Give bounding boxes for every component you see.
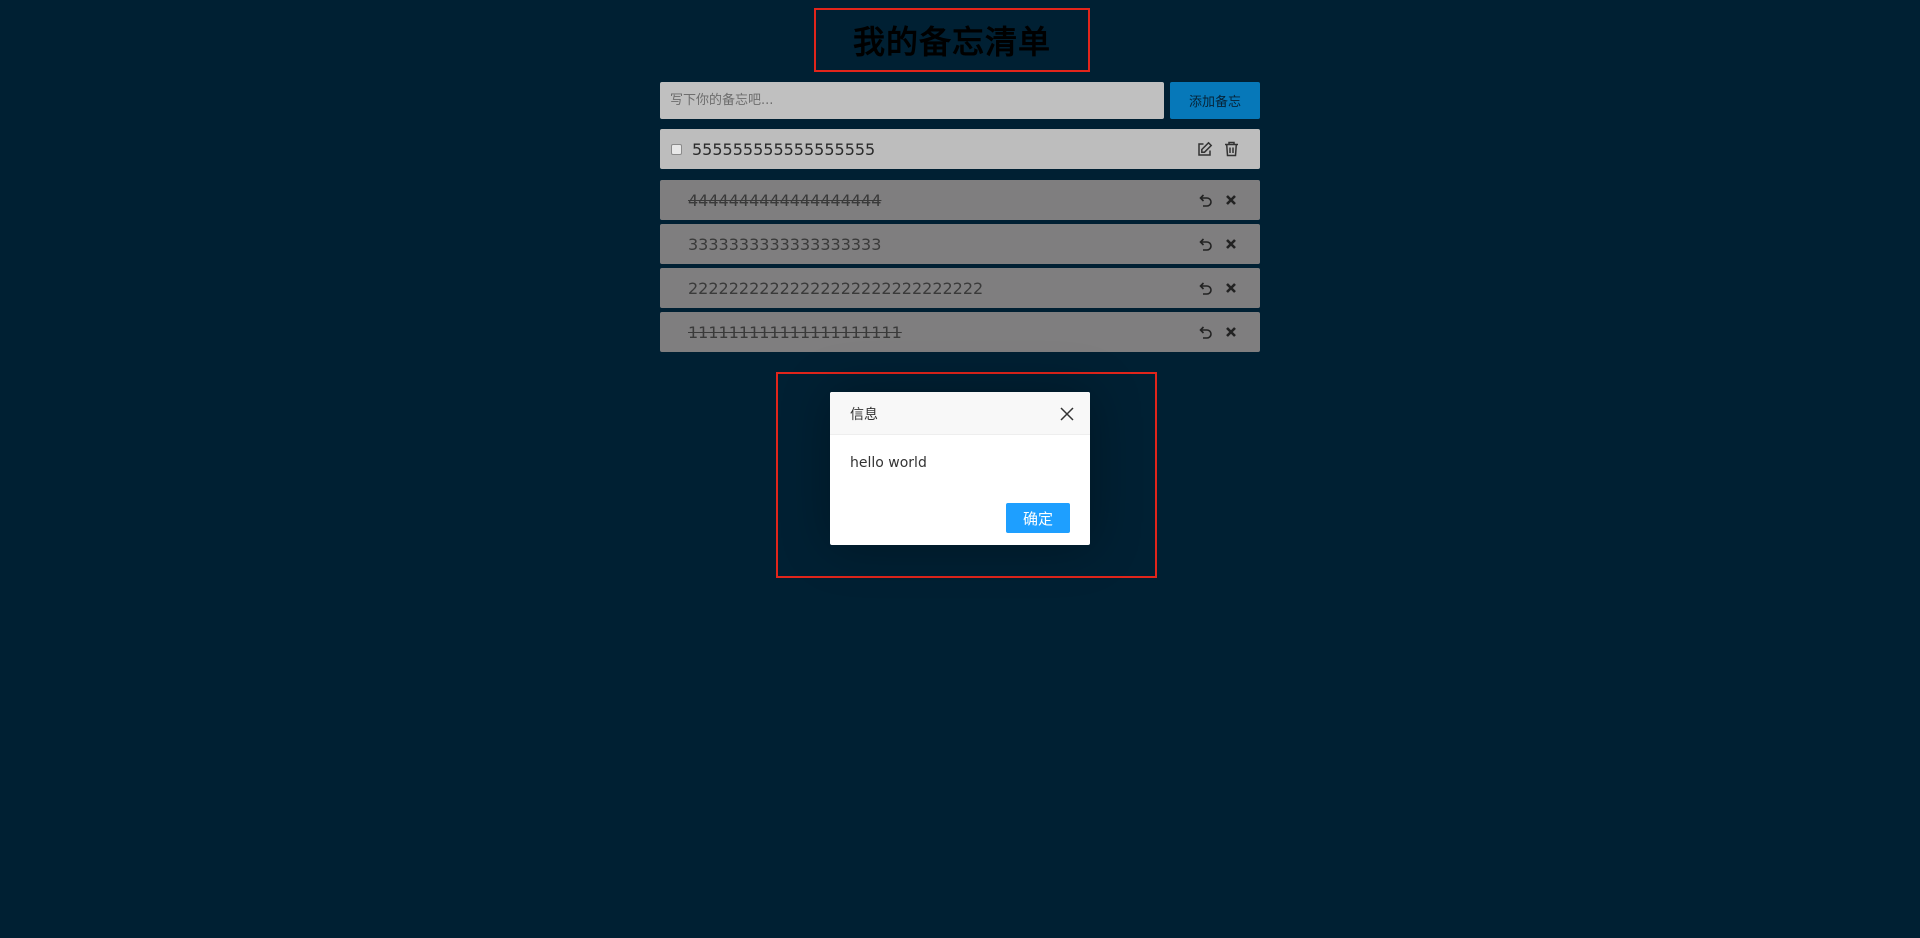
memo-item-done: 3333333333333333333	[660, 224, 1260, 264]
memo-item-active: 555555555555555555	[660, 129, 1260, 169]
memo-input[interactable]	[660, 82, 1164, 119]
delete-x-icon[interactable]	[1222, 323, 1240, 341]
delete-x-icon[interactable]	[1222, 191, 1240, 209]
memo-text: 3333333333333333333	[688, 234, 882, 254]
page-title: 我的备忘清单	[852, 23, 1051, 61]
close-icon[interactable]	[1060, 406, 1074, 421]
dialog-title: 信息	[850, 407, 878, 423]
ok-button[interactable]: 确定	[1006, 503, 1070, 533]
trash-icon[interactable]	[1222, 140, 1240, 158]
memo-text: 22222222222222222222222222222	[688, 278, 984, 298]
memo-text: 4444444444444444444	[688, 190, 882, 210]
edit-icon[interactable]	[1196, 140, 1214, 158]
title-highlight-box: 我的备忘清单	[814, 8, 1090, 72]
info-dialog: 信息 hello world 确定	[830, 392, 1090, 545]
add-memo-button[interactable]: 添加备忘	[1170, 82, 1260, 119]
memo-text: 111111111111111111111	[688, 322, 902, 342]
memo-item-done: 4444444444444444444	[660, 180, 1260, 220]
memo-checkbox[interactable]	[671, 143, 682, 155]
memo-actions	[1196, 279, 1240, 297]
memo-actions	[1196, 191, 1240, 209]
memo-item-done: 22222222222222222222222222222	[660, 268, 1260, 308]
memo-item-done: 111111111111111111111	[660, 312, 1260, 352]
undo-icon[interactable]	[1196, 191, 1214, 209]
memo-app: 我的备忘清单 添加备忘 555555555555555555	[0, 0, 1920, 938]
undo-icon[interactable]	[1196, 323, 1214, 341]
undo-icon[interactable]	[1196, 279, 1214, 297]
delete-x-icon[interactable]	[1222, 279, 1240, 297]
memo-text: 555555555555555555	[692, 139, 876, 159]
memo-actions	[1196, 235, 1240, 253]
memo-actions	[1196, 140, 1240, 158]
delete-x-icon[interactable]	[1222, 235, 1240, 253]
undo-icon[interactable]	[1196, 235, 1214, 253]
dialog-message: hello world	[850, 455, 927, 471]
dialog-header: 信息	[830, 392, 1090, 435]
memo-actions	[1196, 323, 1240, 341]
